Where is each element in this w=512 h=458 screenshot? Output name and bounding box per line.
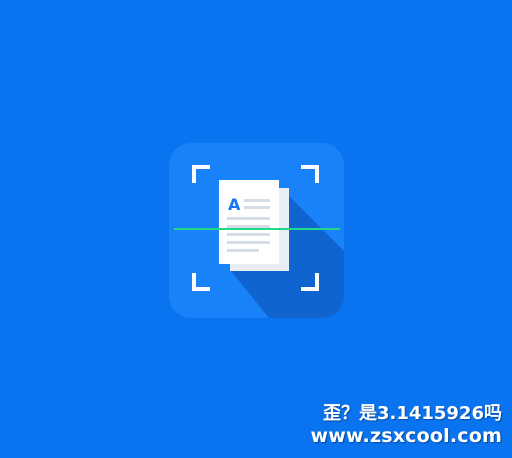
watermark-caption: 歪？是3.1415926吗 bbox=[322, 403, 502, 424]
splash-screen: A 歪？是3.1415926吗 www.zsxcool.com bbox=[0, 0, 512, 458]
document-scanner-icon: A bbox=[174, 165, 344, 318]
document-scanner-app-icon: A bbox=[169, 143, 344, 318]
corner-bracket-top-left bbox=[192, 165, 210, 183]
text-line bbox=[227, 249, 259, 252]
corner-bracket-top-right bbox=[301, 165, 319, 183]
watermark: 歪？是3.1415926吗 www.zsxcool.com bbox=[311, 403, 503, 447]
corner-bracket-bottom-left bbox=[192, 273, 210, 291]
text-line bbox=[227, 225, 270, 228]
text-line bbox=[227, 217, 270, 220]
document-glyph: A bbox=[228, 195, 241, 214]
watermark-url: www.zsxcool.com bbox=[310, 425, 502, 447]
scan-line bbox=[174, 228, 340, 230]
text-line bbox=[227, 241, 270, 244]
text-line bbox=[244, 206, 270, 209]
text-line bbox=[227, 233, 270, 236]
text-line bbox=[244, 199, 270, 202]
